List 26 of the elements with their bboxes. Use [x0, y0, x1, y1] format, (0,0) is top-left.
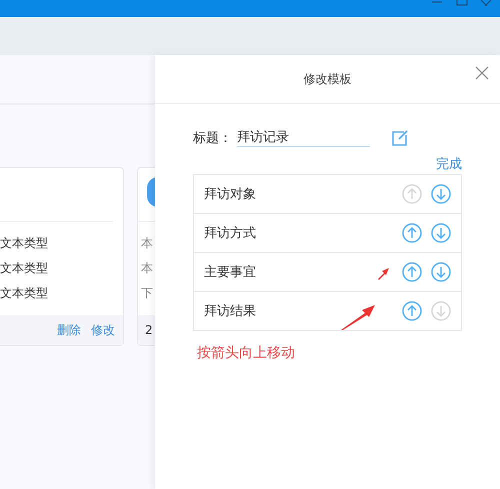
field-row[interactable]: 拜访结果 [194, 291, 461, 330]
edit-icon[interactable] [392, 130, 408, 146]
field-row[interactable]: 拜访方式 [194, 213, 461, 252]
field-row[interactable]: 拜访对象 [194, 175, 461, 213]
field-type-text: 本 [141, 235, 153, 252]
minimize-icon[interactable] [431, 0, 443, 4]
panel-title: 修改模板 [304, 70, 352, 88]
field-type-text: 文本类型 [0, 260, 48, 277]
field-name: 主要事宜 [204, 264, 256, 281]
close-icon[interactable] [475, 66, 489, 80]
card-footer-text: 2 [145, 323, 153, 337]
annotation-arrow [377, 267, 389, 280]
annotation-arrow [341, 305, 375, 330]
field-row[interactable]: 主要事宜 [194, 252, 461, 291]
annotation-text: 按箭头向上移动 [196, 344, 296, 362]
close-icon[interactable] [480, 0, 492, 6]
maximize-icon[interactable] [456, 0, 468, 6]
field-name: 拜访对象 [204, 186, 256, 203]
field-type-text: 文本类型 [0, 285, 48, 302]
field-name: 拜访结果 [204, 303, 256, 320]
field-type-text: 下 [141, 285, 153, 302]
title-input-field[interactable]: 拜访记录 [237, 130, 370, 146]
field-type-text: 文本类型 [0, 235, 48, 252]
title-label: 标题： [193, 130, 233, 147]
field-name: 拜访方式 [204, 225, 256, 242]
field-type-text: 本 [141, 260, 153, 277]
